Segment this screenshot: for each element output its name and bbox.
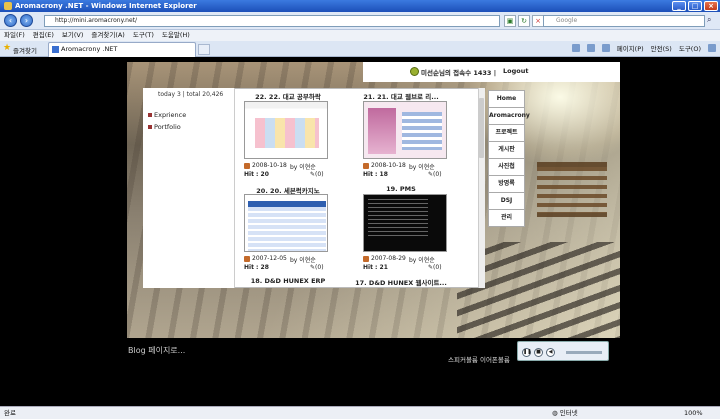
item-thumbnail[interactable] bbox=[363, 194, 447, 252]
item-comments[interactable]: ✎(0) bbox=[428, 171, 442, 178]
item-comments[interactable]: ✎(0) bbox=[310, 171, 324, 178]
nav-experience[interactable]: Exprience bbox=[148, 111, 186, 119]
close-button[interactable]: × bbox=[704, 1, 718, 11]
bullet-icon bbox=[148, 113, 152, 117]
window-title: Aromacrony .NET - Windows Internet Explo… bbox=[15, 2, 197, 10]
print-icon[interactable] bbox=[601, 44, 610, 52]
feeds-icon[interactable] bbox=[586, 44, 595, 52]
visitor-icon bbox=[410, 67, 419, 76]
item-date: 2007-08-29 bbox=[363, 255, 406, 262]
tab-label: Aromacrony .NET bbox=[61, 45, 118, 53]
window-titlebar: Aromacrony .NET - Windows Internet Explo… bbox=[0, 0, 720, 12]
tools-menu[interactable]: 도구(O) bbox=[679, 44, 701, 54]
menu-help[interactable]: 도움말(H) bbox=[162, 30, 190, 41]
favorites-button[interactable]: 즐겨찾기 bbox=[13, 45, 37, 55]
item-thumbnail[interactable] bbox=[363, 101, 447, 159]
item-title[interactable]: 19. PMS bbox=[345, 185, 457, 193]
help-icon[interactable] bbox=[708, 44, 716, 52]
menu-admin[interactable]: 관리 bbox=[488, 209, 525, 227]
search-icon[interactable]: ⌕ bbox=[707, 15, 711, 25]
search-input[interactable]: Google bbox=[543, 15, 705, 27]
item-date: 2008-10-18 bbox=[363, 162, 406, 169]
item-hit: Hit : 28 bbox=[244, 264, 269, 271]
bullet-icon bbox=[148, 125, 152, 129]
item-date: 2008-10-18 bbox=[244, 162, 287, 169]
maximize-button[interactable]: □ bbox=[688, 1, 702, 11]
pause-icon[interactable]: ❚❚ bbox=[522, 348, 531, 357]
safety-menu[interactable]: 안전(S) bbox=[651, 44, 672, 54]
refresh-icon[interactable]: ↻ bbox=[518, 15, 530, 27]
security-zone: ◍ 인터넷 bbox=[552, 409, 578, 417]
item-thumbnail[interactable] bbox=[244, 101, 328, 159]
globe-icon: ◍ bbox=[552, 409, 560, 417]
item-hit: Hit : 21 bbox=[363, 264, 388, 271]
back-button[interactable]: ‹ bbox=[4, 14, 17, 27]
tab-aromacrony[interactable]: Aromacrony .NET bbox=[48, 42, 196, 57]
page-menu[interactable]: 페이지(P) bbox=[617, 44, 644, 54]
menu-tools[interactable]: 도구(T) bbox=[133, 30, 154, 41]
menu-projects[interactable]: 프로젝트 bbox=[488, 124, 525, 142]
author-icon bbox=[363, 162, 369, 169]
author-icon bbox=[244, 255, 250, 262]
volume-slider[interactable] bbox=[566, 351, 602, 354]
menu-bar: 파일(F) 편집(E) 보기(V) 즐겨찾기(A) 도구(T) 도움말(H) bbox=[0, 30, 720, 41]
item-date: 2007-12-05 bbox=[244, 255, 287, 262]
menu-dsj[interactable]: DSJ bbox=[488, 192, 525, 210]
item-comments[interactable]: ✎(0) bbox=[428, 264, 442, 271]
compatibility-icon[interactable]: ▣ bbox=[504, 15, 516, 27]
minimize-button[interactable]: _ bbox=[672, 1, 686, 11]
menu-board[interactable]: 게시판 bbox=[488, 141, 525, 159]
item-thumbnail[interactable] bbox=[244, 194, 328, 252]
item-title[interactable]: 22. 22. 대교 공부하락 bbox=[232, 91, 344, 101]
tab-favicon-icon bbox=[52, 46, 59, 53]
menu-edit[interactable]: 편집(E) bbox=[33, 30, 54, 41]
item-author: by 이현순 bbox=[290, 164, 316, 171]
menu-home[interactable]: Home bbox=[488, 90, 525, 108]
zoom-level[interactable]: 100% bbox=[684, 407, 703, 419]
stop-icon[interactable]: ■ bbox=[534, 348, 543, 357]
nav-portfolio[interactable]: Portfolio bbox=[148, 123, 181, 131]
menu-favorites[interactable]: 즐겨찾기(A) bbox=[91, 30, 124, 41]
item-title[interactable]: 18. D&D HUNEX ERP bbox=[232, 277, 344, 285]
item-title[interactable]: 17. D&D HUNEX 웹사이트... bbox=[345, 277, 457, 287]
item-hit: Hit : 18 bbox=[363, 171, 388, 178]
author-icon bbox=[244, 162, 250, 169]
new-tab-button[interactable] bbox=[198, 44, 210, 55]
item-hit: Hit : 20 bbox=[244, 171, 269, 178]
tab-bar: ★ 즐겨찾기 Aromacrony .NET 페이지(P) 안전(S) 도구(O… bbox=[0, 41, 720, 57]
menu-view[interactable]: 보기(V) bbox=[62, 30, 83, 41]
scrollbar-thumb[interactable] bbox=[479, 98, 484, 158]
blog-page-link[interactable]: Blog 페이지로... bbox=[128, 345, 185, 356]
item-author: by 이현순 bbox=[409, 257, 435, 264]
status-text: 완료 bbox=[4, 409, 16, 417]
forward-button[interactable]: › bbox=[20, 14, 33, 27]
logout-link[interactable]: Logout bbox=[503, 67, 528, 75]
author-icon bbox=[363, 255, 369, 262]
menu-file[interactable]: 파일(F) bbox=[4, 30, 25, 41]
address-input[interactable]: http://mini.aromacrony.net/ bbox=[44, 15, 500, 27]
home-icon[interactable] bbox=[571, 44, 580, 52]
item-title[interactable]: 21. 21. 대교 웹브로 리... bbox=[345, 91, 457, 101]
volume-labels: 스피커볼륨 이어폰볼륨 bbox=[448, 356, 510, 364]
item-author: by 이현순 bbox=[409, 164, 435, 171]
bench-image bbox=[537, 162, 607, 217]
media-player: ❚❚ ■ ◀ bbox=[517, 341, 609, 361]
menu-aromacrony[interactable]: Aromacrony bbox=[488, 107, 530, 125]
status-bar: 완료 ◍ 인터넷 100% bbox=[0, 406, 720, 419]
address-toolbar: ‹ › http://mini.aromacrony.net/ ▣ ↻ × Go… bbox=[0, 12, 720, 30]
menu-guestbook[interactable]: 방명록 bbox=[488, 175, 525, 193]
visit-counter: today 3 | total 20,426 bbox=[158, 91, 224, 98]
favorites-star-icon[interactable]: ★ bbox=[3, 44, 11, 53]
ie-icon bbox=[4, 2, 12, 10]
prev-icon[interactable]: ◀ bbox=[546, 348, 555, 357]
visitor-count: 미선순님의 접속수 1433 | bbox=[421, 69, 497, 77]
item-author: by 이현순 bbox=[290, 257, 316, 264]
item-comments[interactable]: ✎(0) bbox=[310, 264, 324, 271]
menu-gallery[interactable]: 사진첩 bbox=[488, 158, 525, 176]
